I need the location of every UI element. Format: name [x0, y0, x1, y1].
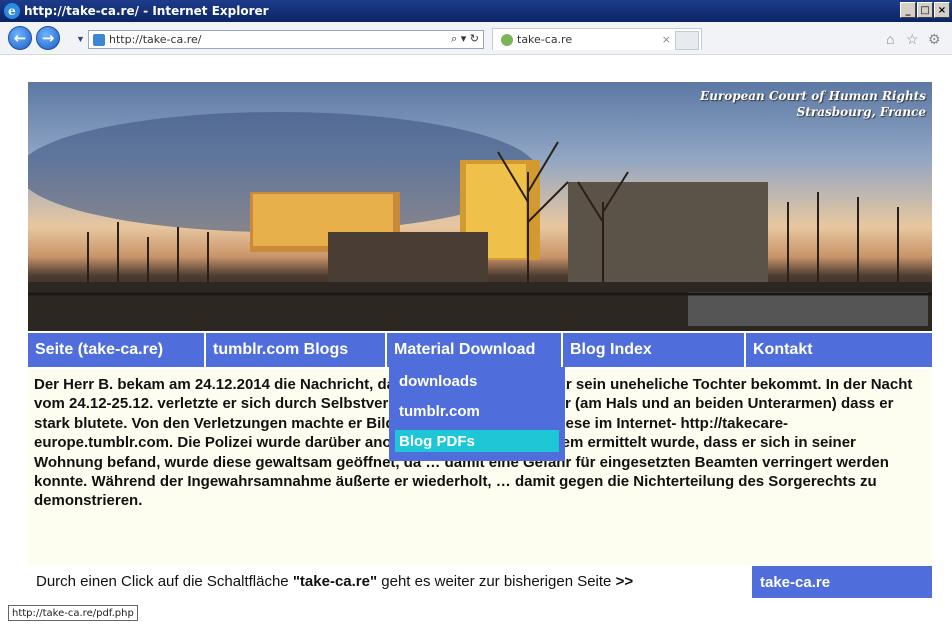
menu-item-tumblr-blogs[interactable]: tumblr.com Blogs	[206, 333, 387, 367]
navigation-bar: ← → ▼ http://take-ca.re/ ⌕ ▾ ↻ take-ca.r…	[0, 22, 952, 55]
dropdown-item-downloads[interactable]: downloads	[389, 370, 561, 392]
gear-icon[interactable]: ⚙	[928, 31, 941, 48]
window-controls: _ □ ×	[900, 2, 950, 18]
maximize-button[interactable]: □	[917, 2, 933, 18]
menu-item-material-download[interactable]: Material Download	[387, 333, 563, 367]
home-icon[interactable]: ⌂	[886, 31, 894, 47]
minimize-button[interactable]: _	[900, 2, 916, 18]
caption-line-2: Strasbourg, France	[796, 105, 926, 119]
footer-text-before: Durch einen Click auf die Schaltfläche	[36, 573, 293, 590]
tab-close-icon[interactable]: ×	[662, 33, 671, 46]
dropdown-item-blog-pdfs[interactable]: Blog PDFs	[395, 430, 559, 452]
banner-caption: European Court of Human Rights Strasbour…	[700, 88, 926, 120]
footer-arrows: >>	[615, 573, 634, 590]
window-title: http://take-ca.re/ - Internet Explorer	[24, 4, 269, 18]
header-banner-image: European Court of Human Rights Strasbour…	[28, 82, 932, 331]
status-bar-url: http://take-ca.re/pdf.php	[8, 605, 138, 621]
tab-title: take-ca.re	[517, 33, 573, 46]
take-ca-re-button[interactable]: take-ca.re	[752, 566, 932, 598]
page-icon	[93, 33, 105, 46]
back-button[interactable]: ←	[8, 26, 32, 50]
menu-item-blog-index[interactable]: Blog Index	[563, 333, 746, 367]
address-bar[interactable]: http://take-ca.re/ ⌕ ▾ ↻	[88, 30, 484, 49]
title-bar: e http://take-ca.re/ - Internet Explorer…	[0, 0, 952, 22]
address-url[interactable]: http://take-ca.re/	[109, 33, 202, 46]
forward-button[interactable]: →	[36, 26, 60, 50]
menu-item-kontakt[interactable]: Kontakt	[746, 333, 932, 367]
forward-arrow-icon: →	[41, 29, 55, 47]
caption-line-1: European Court of Human Rights	[700, 89, 926, 103]
footer-text-after: geht es weiter zur bisherigen Seite	[377, 573, 616, 590]
footer-text-bold: "take-ca.re"	[292, 573, 378, 590]
ie-logo-icon: e	[4, 3, 20, 19]
material-download-dropdown: downloads tumblr.com Blog PDFs	[389, 367, 565, 461]
main-menu: Seite (take-ca.re) tumblr.com Blogs Mate…	[28, 333, 932, 367]
footer-text: Durch einen Click auf die Schaltfläche "…	[36, 573, 633, 590]
dropdown-item-tumblr[interactable]: tumblr.com	[389, 400, 561, 422]
new-tab-button[interactable]	[675, 31, 699, 50]
favorites-star-icon[interactable]: ☆	[906, 31, 919, 48]
back-arrow-icon: ←	[13, 29, 27, 47]
recent-pages-dropdown-icon[interactable]: ▼	[76, 34, 85, 44]
search-refresh-icons[interactable]: ⌕ ▾ ↻	[451, 32, 479, 46]
footer-bar: Durch einen Click auf die Schaltfläche "…	[28, 566, 932, 598]
favicon-icon	[501, 33, 513, 46]
menu-item-seite[interactable]: Seite (take-ca.re)	[28, 333, 206, 367]
browser-tab[interactable]: take-ca.re ×	[492, 28, 702, 50]
close-button[interactable]: ×	[934, 2, 950, 18]
